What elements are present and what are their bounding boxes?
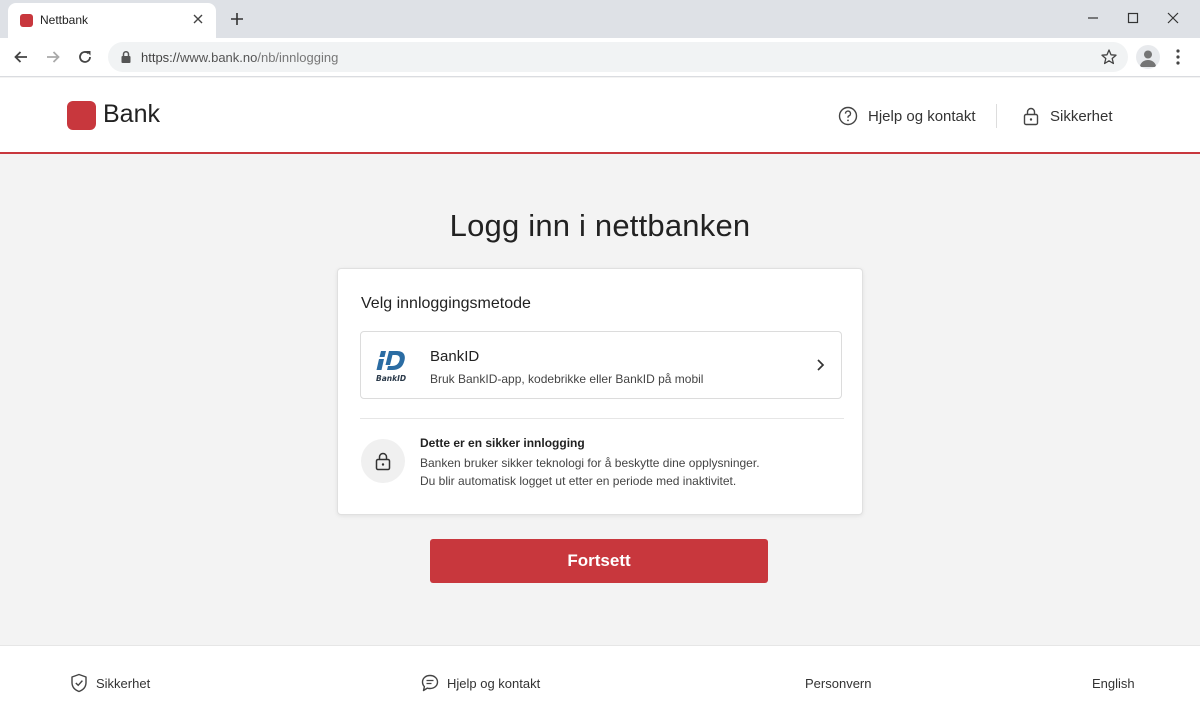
shield-check-icon (71, 673, 87, 693)
profile-avatar[interactable] (1136, 45, 1160, 69)
plus-icon (231, 13, 243, 25)
secure-text-line: Du blir automatisk logget ut etter en pe… (420, 474, 737, 488)
url-path: /nb/innlogging (257, 50, 339, 65)
favicon-icon (20, 14, 33, 27)
page-title: Logg inn i nettbanken (449, 208, 751, 243)
tab-title: Nettbank (40, 13, 89, 27)
lock-icon (121, 50, 131, 63)
help-contact-label: Hjelp og kontakt (868, 107, 976, 125)
more-vertical-icon (1176, 49, 1180, 65)
continue-button[interactable]: Fortsett (430, 539, 768, 583)
footer-help-link[interactable]: Hjelp og kontakt (421, 673, 540, 693)
site-header: Bank Hjelp og kontakt Sikkerhet (0, 78, 1200, 154)
forward-button[interactable] (42, 46, 64, 68)
question-circle-icon (838, 106, 858, 126)
secure-lock-badge (361, 439, 405, 483)
arrow-left-icon (14, 51, 27, 63)
secure-text-line: Banken bruker sikker teknologi for å bes… (420, 456, 760, 470)
minimize-button[interactable] (1081, 8, 1105, 28)
header-divider (996, 104, 997, 128)
address-bar[interactable]: https://www.bank.no/nb/innlogging (108, 42, 1128, 72)
reload-button[interactable] (74, 46, 96, 68)
window-close-button[interactable] (1161, 8, 1185, 28)
url-host: www.bank.no (180, 50, 258, 65)
bankid-logo-text: BankID (376, 374, 406, 383)
help-contact-link[interactable]: Hjelp og kontakt (838, 104, 976, 128)
login-method-heading: Velg innloggingsmetode (361, 295, 531, 312)
maximize-icon (1127, 12, 1139, 24)
method-description: Bruk BankID-app, kodebrikke eller BankID… (430, 372, 704, 386)
lock-icon (1023, 107, 1039, 126)
bankid-logo-icon: BankID (376, 351, 406, 383)
footer-privacy-link[interactable]: Personvern (805, 673, 871, 693)
new-tab-button[interactable] (226, 8, 248, 30)
logo-text[interactable]: Bank (103, 100, 160, 129)
reload-icon (79, 51, 91, 63)
minimize-icon (1088, 17, 1098, 19)
person-icon (1140, 50, 1156, 67)
url-scheme: https:// (141, 50, 181, 65)
chat-bubble-icon (421, 674, 439, 692)
method-title: BankID (430, 348, 480, 365)
card-divider (360, 418, 844, 419)
browser-tab[interactable]: Nettbank (8, 3, 216, 38)
back-button[interactable] (10, 46, 32, 68)
secure-title: Dette er en sikker innlogging (420, 436, 585, 450)
lock-icon (375, 452, 391, 471)
footer-language-link[interactable]: English (1092, 673, 1135, 693)
maximize-button[interactable] (1121, 8, 1145, 28)
security-label: Sikkerhet (1050, 107, 1113, 125)
tab-close-button[interactable] (190, 11, 206, 27)
security-link[interactable]: Sikkerhet (1022, 104, 1113, 128)
arrow-right-icon (47, 51, 60, 63)
site-footer: Sikkerhet Hjelp og kontakt Personvern En… (0, 645, 1200, 720)
footer-security-label: Sikkerhet (96, 675, 151, 691)
footer-help-label: Hjelp og kontakt (447, 675, 541, 691)
chevron-right-icon (817, 359, 825, 371)
footer-security-link[interactable]: Sikkerhet (70, 673, 150, 693)
close-icon (1167, 12, 1179, 24)
login-card: Velg innloggingsmetode BankID BankID Bru… (337, 268, 863, 515)
browser-tab-strip: Nettbank (0, 0, 1200, 38)
browser-menu-button[interactable] (1170, 47, 1186, 67)
url-text: https://www.bank.no/nb/innlogging (141, 50, 338, 65)
bank-logo-icon[interactable] (67, 101, 96, 130)
browser-toolbar: https://www.bank.no/nb/innlogging (0, 38, 1200, 77)
close-icon (193, 14, 203, 24)
bankid-login-option[interactable]: BankID BankID Bruk BankID-app, kodebrikk… (360, 331, 842, 399)
bookmark-star-icon[interactable] (1100, 48, 1118, 66)
